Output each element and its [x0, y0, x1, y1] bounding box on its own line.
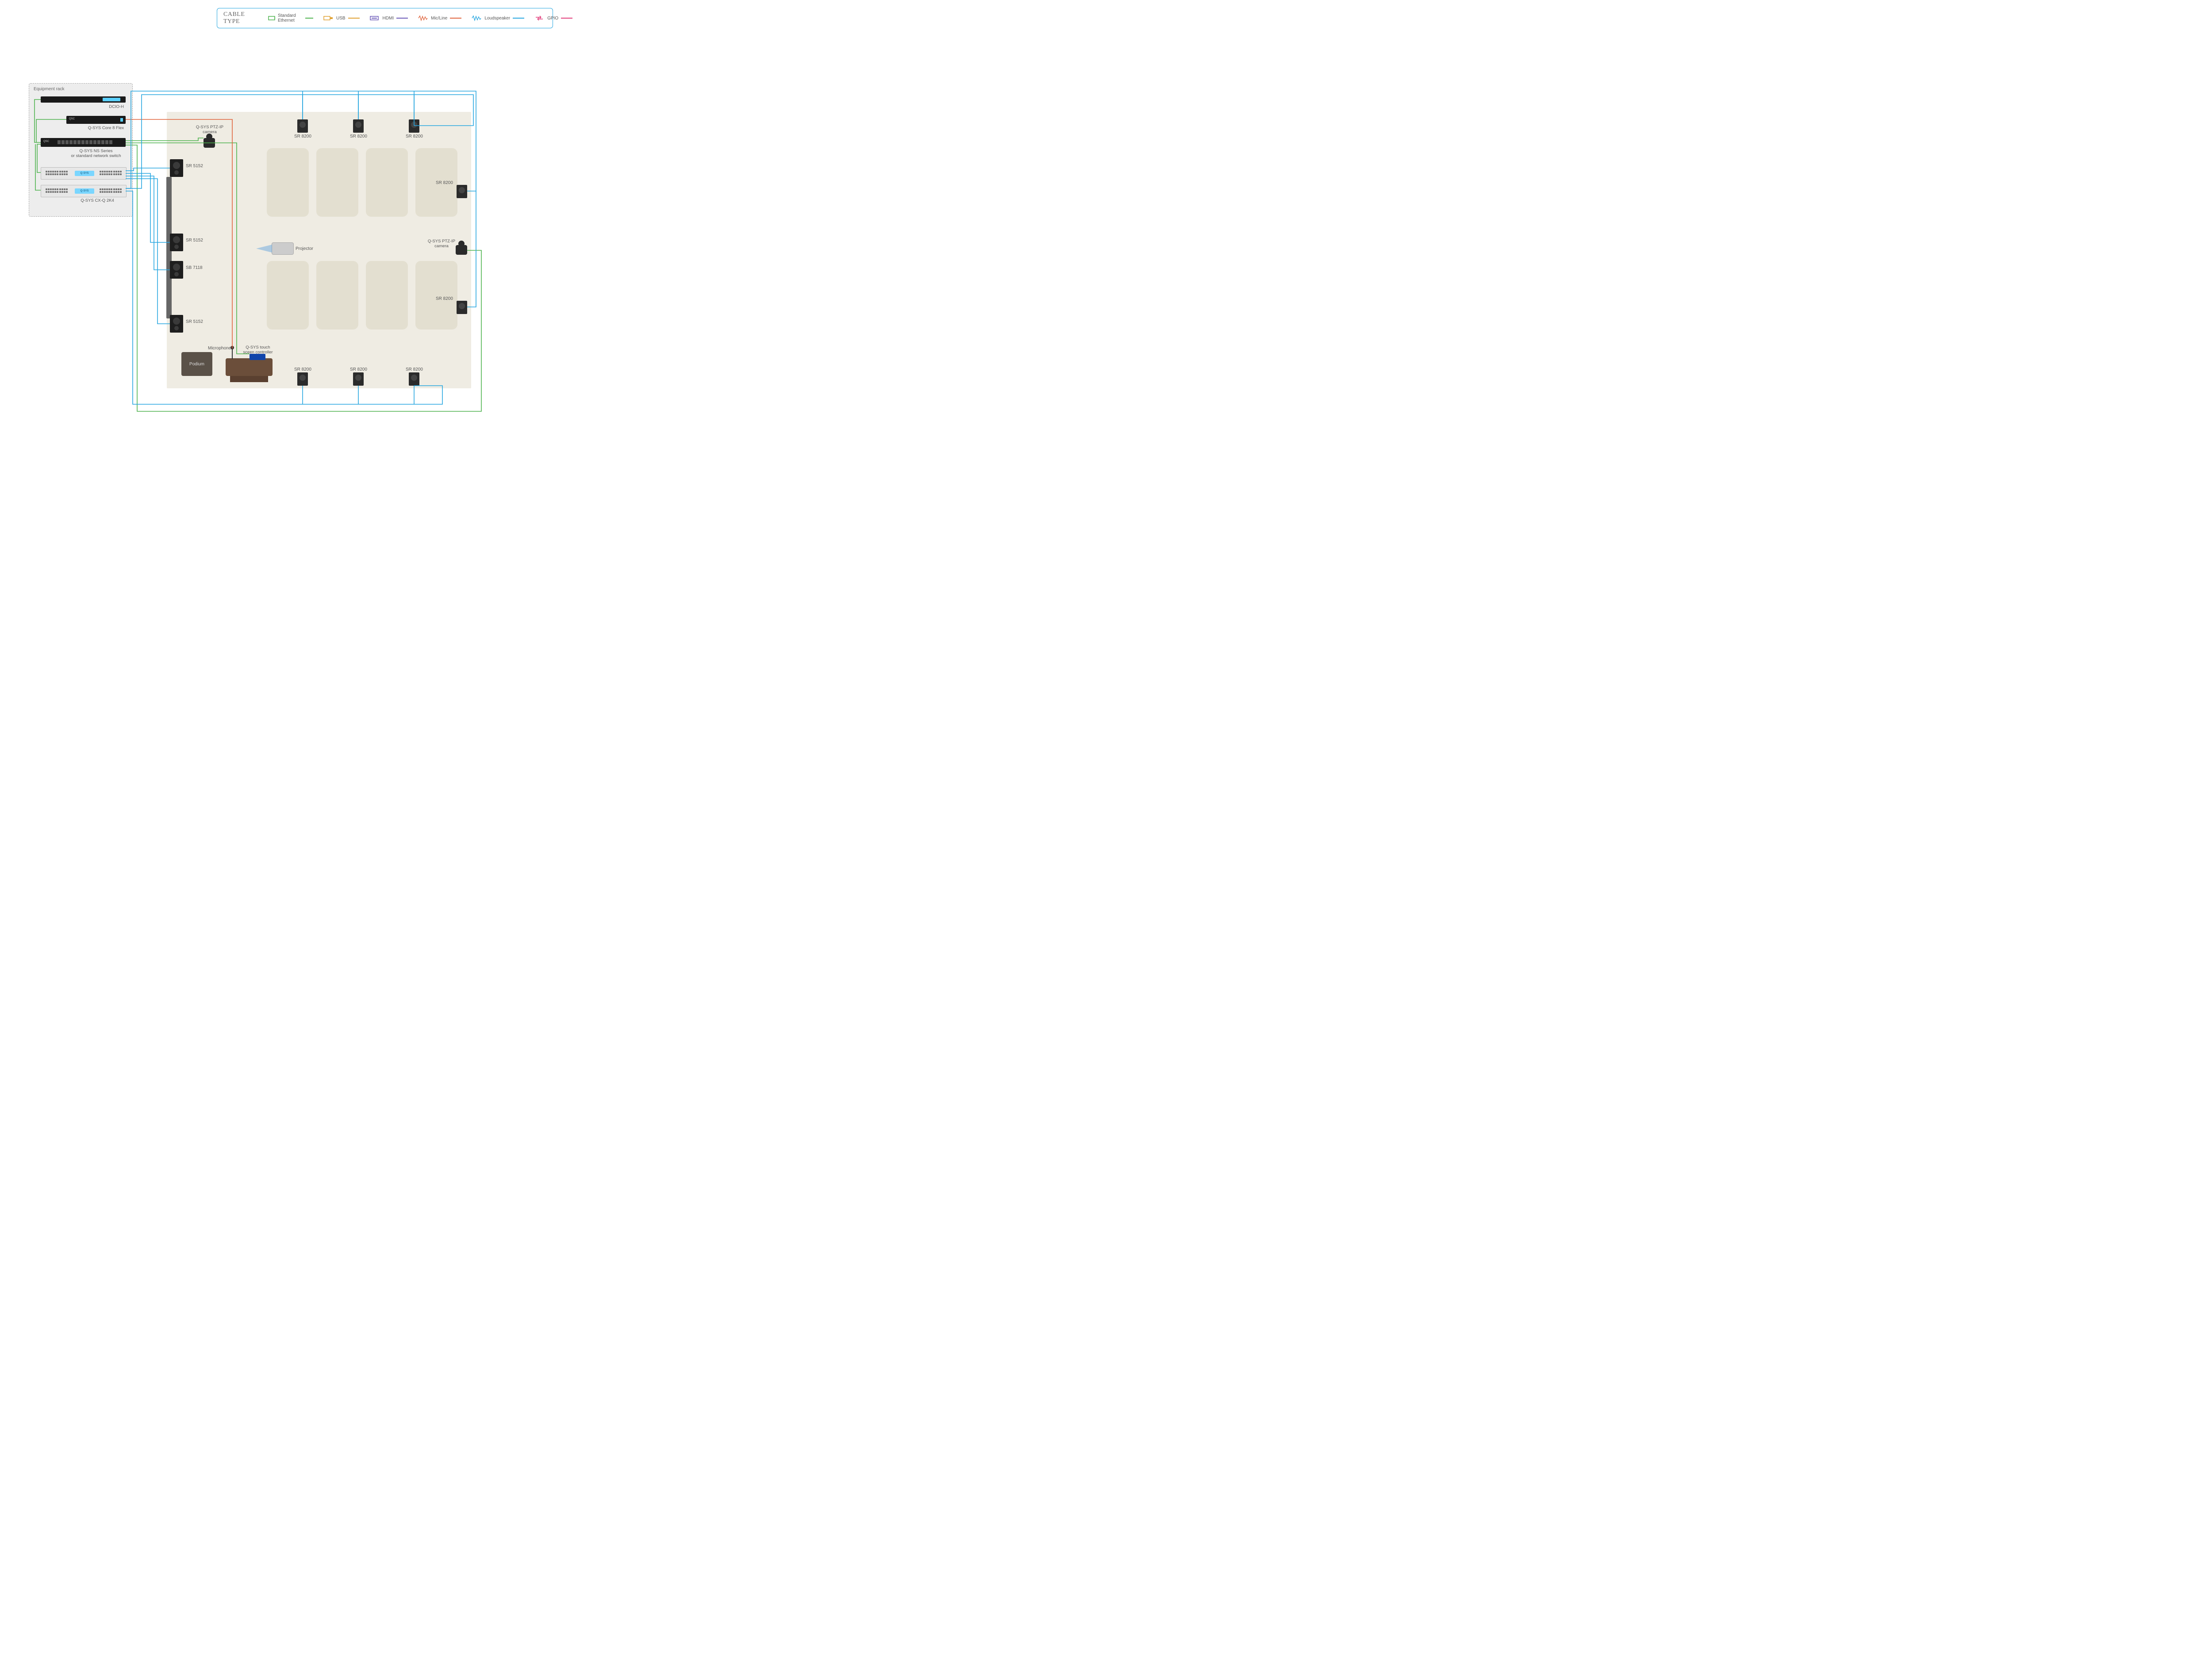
tsc-label: Q-SYS touch sceen controller: [242, 345, 273, 355]
speaker-sr8200: [457, 185, 467, 198]
legend-label: GPIO: [547, 16, 558, 21]
legend-line: [396, 18, 408, 19]
brand-text: QSC: [43, 140, 49, 143]
seating-table: [267, 148, 309, 217]
speaker-label: SR 5152: [186, 164, 203, 169]
device-label-core: Q-SYS Core 8 Flex: [84, 126, 124, 130]
speaker-label: SR 8200: [350, 367, 367, 372]
device-dcio: [41, 96, 126, 103]
legend-item-gpio: GPIO: [534, 15, 572, 21]
podium-label: Podium: [189, 362, 204, 367]
device-core8flex: QSC: [66, 116, 126, 124]
legend-line: [305, 18, 313, 19]
cable-type-legend: CABLE TYPE Standard Ethernet USB HDMI Mi…: [217, 8, 553, 28]
legend-line: [348, 18, 360, 19]
legend-item-ethernet: Standard Ethernet: [268, 13, 313, 23]
switch-ports: [58, 140, 112, 144]
speaker-label: SR 8200: [294, 134, 311, 139]
microphone-icon: [232, 349, 233, 359]
legend-line: [513, 18, 524, 19]
vent-dots: [100, 171, 122, 175]
legend-label: Mic/Line: [431, 16, 447, 21]
av-system-diagram: CABLE TYPE Standard Ethernet USB HDMI Mi…: [0, 0, 566, 427]
speaker-sb7118: [170, 261, 183, 279]
waveform-icon: [418, 15, 428, 21]
legend-item-usb: USB: [323, 15, 360, 21]
legend-label: Loudspeaker: [484, 16, 510, 21]
usb-plug-icon: [323, 15, 334, 21]
vent-dots: [100, 188, 122, 193]
seating-table: [415, 261, 457, 330]
legend-item-loudspeaker: Loudspeaker: [471, 15, 524, 21]
seating-table: [366, 261, 408, 330]
amp-display: Q·SYS: [75, 171, 94, 176]
speaker-label: SR 8200: [436, 296, 453, 301]
seating-table: [316, 261, 358, 330]
vent-dots: [46, 171, 68, 175]
seating-table: [267, 261, 309, 330]
projector-label: Projector: [296, 246, 313, 251]
speaker-sr8200: [353, 119, 364, 133]
legend-item-hdmi: HDMI: [369, 15, 408, 21]
device-amp-2: Q·SYS: [41, 185, 127, 197]
amp-display: Q·SYS: [75, 188, 94, 194]
ptz-camera-front: [204, 138, 215, 148]
speaker-sr5152: [170, 315, 183, 333]
arrows-icon: [534, 15, 545, 21]
speaker-sr8200: [297, 119, 308, 133]
speaker-sr8200: [297, 372, 308, 386]
speaker-label: SR 5152: [186, 238, 203, 243]
speaker-sr8200: [353, 372, 364, 386]
speaker-label: SR 8200: [350, 134, 367, 139]
device-network-switch: QSC: [41, 138, 126, 147]
legend-item-micline: Mic/Line: [418, 15, 461, 21]
device-label-switch: Q-SYS NS Series or standard network swit…: [66, 149, 126, 158]
vent-dots: [46, 188, 68, 193]
legend-line: [561, 18, 572, 19]
speaker-sr5152: [170, 159, 183, 177]
speaker-label: SR 8200: [294, 367, 311, 372]
legend-label: Standard Ethernet: [278, 13, 303, 23]
speaker-label: SR 8200: [436, 180, 453, 185]
legend-label: USB: [336, 16, 346, 21]
device-label-amp: Q-SYS CX-Q 2K4: [71, 198, 124, 203]
legend-label: HDMI: [383, 16, 394, 21]
device-label-dcio: DCIO-H: [88, 104, 124, 109]
device-led: [120, 118, 123, 122]
speaker-sr8200: [457, 301, 467, 314]
ptz-camera-rear: [456, 245, 467, 255]
speaker-label: SR 8200: [406, 367, 423, 372]
hdmi-plug-icon: [369, 15, 380, 21]
podium: Podium: [181, 352, 212, 376]
speaker-label: SR 5152: [186, 319, 203, 324]
microphone-label: Microphone: [208, 346, 231, 351]
speaker-sr8200: [409, 119, 419, 133]
presenter-desk: [226, 358, 273, 376]
legend-title: CABLE TYPE: [223, 11, 245, 25]
projector: [272, 242, 294, 255]
speaker-label: SR 8200: [406, 134, 423, 139]
camera-label: Q-SYS PTZ-IP camera: [192, 125, 227, 135]
brand-text: QSC: [69, 118, 75, 120]
speaker-sr8200: [409, 372, 419, 386]
seating-table: [366, 148, 408, 217]
waveform-icon: [471, 15, 482, 21]
device-display: [103, 98, 120, 101]
ethernet-plug-icon: [268, 15, 275, 21]
rack-title: Equipment rack: [34, 87, 64, 92]
camera-label: Q-SYS PTZ-IP camera: [427, 239, 456, 249]
speaker-label: SB 7118: [186, 265, 203, 270]
seating-table: [316, 148, 358, 217]
device-amp-1: Q·SYS: [41, 167, 127, 180]
speaker-sr5152: [170, 234, 183, 251]
legend-line: [450, 18, 461, 19]
